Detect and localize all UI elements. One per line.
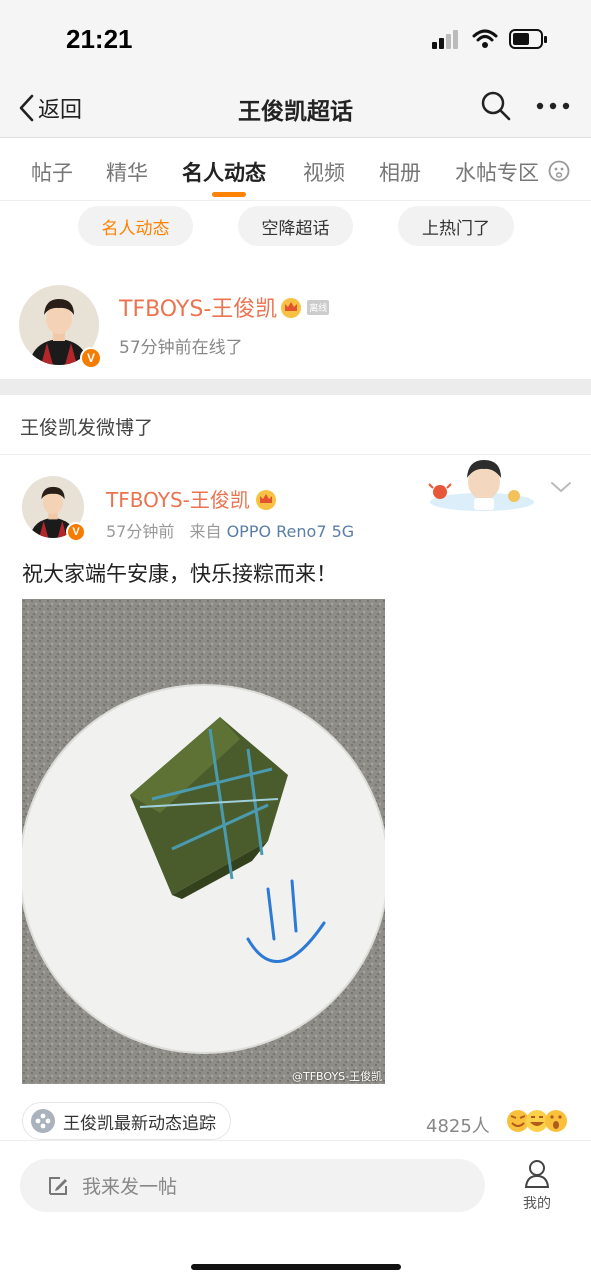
tracker-label: 王俊凯最新动态追踪 — [63, 1113, 216, 1134]
post-author-row[interactable]: TFBOYS-王俊凯 — [106, 484, 278, 513]
chevron-down-icon[interactable] — [550, 480, 572, 494]
post-image[interactable] — [22, 599, 385, 1084]
post-meta: 57分钟前 来自 OPPO Reno7 5G — [106, 518, 354, 542]
water-posts-emoji-icon — [548, 160, 570, 182]
tab-active-indicator — [212, 192, 246, 197]
chip-trending[interactable]: 上热门了 — [398, 206, 514, 246]
back-button[interactable]: 返回 — [18, 90, 82, 126]
back-icon — [19, 94, 34, 122]
post-source-prefix: 来自 — [189, 522, 222, 541]
offline-tag: 离线 — [307, 299, 330, 315]
post-time: 57分钟前 — [106, 522, 175, 541]
reaction-count: 4825人 — [426, 1116, 490, 1137]
back-label: 返回 — [38, 98, 83, 123]
home-indicator[interactable] — [191, 1264, 401, 1270]
chip-airdrop[interactable]: 空降超话 — [238, 206, 353, 246]
tab-bar: 帖子 精华 名人动态 视频 相册 水帖专区 — [0, 139, 591, 201]
signal-icon — [432, 30, 460, 49]
profile-icon — [524, 1160, 550, 1188]
search-icon[interactable] — [480, 90, 512, 122]
weibo-post[interactable]: V TFBOYS-王俊凯 57分钟前 来自 OPPO Reno7 5G 祝大家端… — [0, 456, 591, 1140]
post-verified-badge-icon: V — [66, 522, 86, 542]
tab-celebrity-updates[interactable]: 名人动态 — [182, 157, 266, 187]
post-text: 祝大家端午安康，快乐接粽而来！ — [22, 562, 337, 586]
page-title: 王俊凯超话 — [238, 99, 353, 125]
nav-bar: 返回 王俊凯超话 — [0, 80, 591, 138]
decoration-card-icon — [428, 460, 534, 511]
flower-icon — [31, 1109, 55, 1133]
verified-badge-icon: V — [80, 347, 102, 369]
celebrity-name-row[interactable]: TFBOYS-王俊凯 离线 — [119, 291, 330, 323]
reaction-emojis-icon[interactable] — [504, 1106, 570, 1136]
compose-input[interactable]: 我来发一帖 — [20, 1159, 485, 1212]
celebrity-name: TFBOYS-王俊凯 — [119, 297, 278, 322]
status-bar: 21:21 — [0, 0, 591, 80]
post-source[interactable]: OPPO Reno7 5G — [227, 522, 355, 541]
dynamic-tracker-button[interactable]: 王俊凯最新动态追踪 — [22, 1102, 231, 1140]
tab-albums[interactable]: 相册 — [379, 157, 421, 187]
filter-chips: 名人动态 空降超话 上热门了 — [0, 201, 591, 261]
tab-posts[interactable]: 帖子 — [31, 157, 73, 187]
battery-icon — [509, 29, 547, 49]
status-time: 21:21 — [66, 24, 133, 54]
profile-button[interactable]: 我的 — [513, 1159, 561, 1213]
section-divider — [0, 379, 591, 395]
bottom-bar: 我来发一帖 我的 — [0, 1140, 591, 1280]
compose-placeholder: 我来发一帖 — [82, 1176, 178, 1198]
wifi-icon — [472, 29, 498, 48]
crown-icon — [281, 298, 302, 318]
section-title: 王俊凯发微博了 — [20, 417, 154, 439]
tab-featured[interactable]: 精华 — [106, 157, 148, 187]
crown-icon — [255, 489, 276, 510]
last-online-status: 57分钟前在线了 — [119, 338, 243, 358]
more-icon[interactable] — [535, 101, 571, 111]
profile-label: 我的 — [523, 1196, 551, 1212]
section-header: 王俊凯发微博了 — [0, 395, 591, 455]
chip-celebrity-updates[interactable]: 名人动态 — [78, 206, 193, 246]
edit-icon — [49, 1176, 67, 1195]
tab-videos[interactable]: 视频 — [303, 157, 345, 187]
image-watermark: @TFBOYS-王俊凯 — [292, 1070, 383, 1083]
tab-water-posts[interactable]: 水帖专区 — [455, 157, 539, 187]
post-author-name: TFBOYS-王俊凯 — [106, 488, 250, 512]
celebrity-card[interactable]: V TFBOYS-王俊凯 离线 57分钟前在线了 — [0, 261, 591, 379]
